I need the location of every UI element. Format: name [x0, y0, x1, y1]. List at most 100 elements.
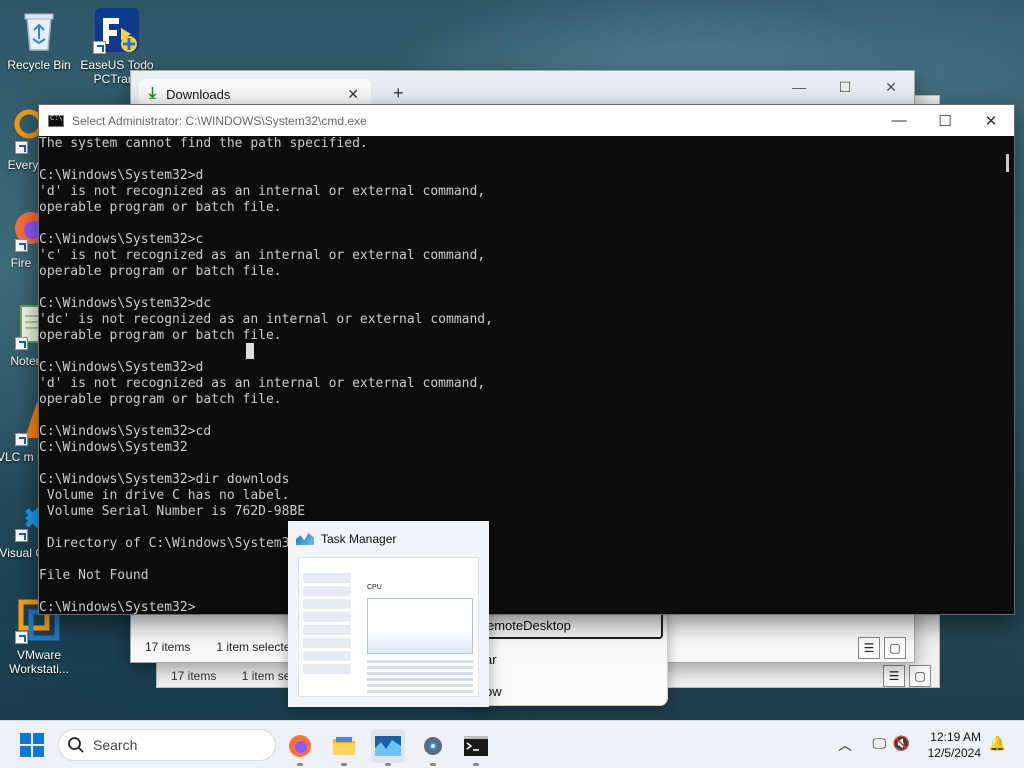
selected-count: 1 item selected — [216, 640, 298, 654]
taskbar-command-prompt[interactable] — [459, 729, 493, 766]
windows-logo-icon — [20, 733, 31, 744]
console-line: 'd' is not recognized as an internal or … — [39, 376, 486, 391]
running-indicator — [385, 763, 391, 766]
desktop-icon-label: Recycle Bin — [7, 58, 71, 72]
console-line: C:\Windows\System32>dir downlods — [39, 472, 290, 487]
console-line: Volume in drive C has no label. — [39, 488, 290, 503]
volume-muted-icon[interactable]: 🔇 — [893, 735, 910, 752]
details-view-icon[interactable]: ☰ — [883, 665, 905, 687]
minimize-button[interactable]: — — [876, 105, 922, 136]
preview-title: Task Manager — [321, 532, 397, 546]
taskbar: Search ︿ 🖵 🔇 12:19 AM 12/5/2024 🔔 — [0, 720, 1024, 768]
console-line: C:\Windows\System32>c — [39, 232, 204, 247]
console-line: C:\Windows\System32>d — [39, 168, 204, 183]
item-count: 17 items — [171, 669, 217, 683]
maximize-button[interactable]: ☐ — [822, 71, 868, 103]
console-line: C:\Windows\System32> — [39, 600, 196, 614]
taskbar-task-manager[interactable] — [371, 729, 405, 766]
jump-list-menu: emoteDesktop ar ow — [470, 604, 668, 706]
console-line: The system cannot find the path specifie… — [39, 136, 368, 151]
jump-list-item[interactable]: emoteDesktop — [475, 611, 663, 639]
minimize-button[interactable]: — — [776, 71, 822, 103]
close-button[interactable]: ✕ — [868, 71, 914, 103]
taskbar-firefox[interactable] — [283, 729, 317, 766]
shortcut-arrow-icon — [15, 337, 28, 350]
clock-time: 12:19 AM — [930, 730, 981, 744]
jump-list-item[interactable]: ow — [471, 677, 667, 705]
view-buttons: ☰ ▢ — [858, 637, 906, 659]
console-line: C:\Windows\System32>d — [39, 360, 204, 375]
search-placeholder: Search — [93, 737, 138, 753]
console-line: File Not Found — [39, 568, 149, 583]
console-line: Directory of C:\Windows\System32 — [39, 536, 298, 551]
console-line: C:\Windows\System32>cd — [39, 424, 212, 439]
item-count: 17 items — [145, 640, 191, 654]
preview-header: Task Manager — [288, 521, 489, 557]
window-controls: — ☐ ✕ — [876, 105, 1014, 136]
shortcut-arrow-icon — [15, 631, 28, 644]
preview-thumbnail: CPU — [298, 557, 479, 697]
taskbar-search[interactable]: Search — [58, 729, 276, 761]
shortcut-arrow-icon — [15, 433, 28, 446]
command-prompt-window[interactable]: Select Administrator: C:\WINDOWS\System3… — [38, 104, 1015, 615]
console-line: operable program or batch file. — [39, 392, 282, 407]
recycle-bin-icon — [15, 6, 63, 54]
tiles-view-icon[interactable]: ▢ — [884, 637, 906, 659]
taskbar-file-explorer[interactable] — [327, 729, 361, 766]
console-line: C:\Windows\System32>dc — [39, 296, 212, 311]
view-buttons: ☰ ▢ — [883, 665, 931, 687]
console-line: 'c' is not recognized as an internal or … — [39, 248, 486, 263]
console-line: C:\Windows\System32 — [39, 440, 188, 455]
thumbnail-cpu-label: CPU — [367, 584, 382, 591]
text-cursor — [246, 343, 254, 359]
details-view-icon[interactable]: ☰ — [858, 637, 880, 659]
console-line: operable program or batch file. — [39, 200, 282, 215]
maximize-button[interactable]: ☐ — [922, 105, 968, 136]
scrollbar-thumb[interactable] — [1006, 154, 1009, 172]
chevron-up-icon[interactable]: ︿ — [838, 735, 852, 755]
cmd-app-icon — [48, 114, 64, 127]
task-manager-thumbnail-preview[interactable]: Task Manager CPU — [288, 521, 489, 707]
desktop-icon-recycle-bin[interactable]: Recycle Bin — [0, 6, 78, 72]
folder-icon — [333, 737, 355, 755]
search-icon — [68, 737, 84, 753]
new-tab-button[interactable]: + — [393, 83, 404, 104]
console-line: Volume Serial Number is 762D-98BE — [39, 504, 306, 519]
console-line: 'd' is not recognized as an internal or … — [39, 184, 486, 199]
vertical-scrollbar[interactable] — [998, 136, 1014, 614]
running-indicator — [473, 763, 479, 766]
tab-title: Downloads — [166, 86, 231, 102]
terminal-icon — [464, 736, 488, 756]
firefox-icon — [289, 735, 311, 757]
close-tab-icon[interactable]: ✕ — [347, 86, 359, 103]
clock-date: 12/5/2024 — [927, 746, 981, 760]
task-manager-icon — [296, 533, 314, 545]
taskbar-settings[interactable] — [416, 729, 450, 766]
selected-count: 1 item se — [241, 669, 291, 683]
console-line: operable program or batch file. — [39, 264, 282, 279]
console-output[interactable]: The system cannot find the path specifie… — [39, 136, 998, 614]
thumbnail-sidebar — [299, 570, 355, 696]
jump-list-item[interactable]: ar — [471, 645, 667, 673]
task-manager-icon — [375, 736, 401, 756]
window-title: Select Administrator: C:\WINDOWS\System3… — [72, 113, 367, 128]
shortcut-arrow-icon — [15, 141, 28, 154]
shortcut-arrow-icon — [15, 239, 28, 252]
clock[interactable]: 12:19 AM 12/5/2024 — [928, 729, 981, 761]
easeus-icon — [93, 6, 141, 54]
close-button[interactable]: ✕ — [968, 105, 1014, 136]
tiles-view-icon[interactable]: ▢ — [909, 665, 931, 687]
explorer-back-status: 17 items 1 item se — [171, 669, 290, 683]
gear-icon — [424, 737, 442, 755]
start-button[interactable] — [20, 733, 44, 757]
console-line: operable program or batch file. — [39, 328, 282, 343]
thumbnail-stats — [367, 660, 473, 696]
network-icon[interactable]: 🖵 — [873, 735, 887, 752]
notification-bell-icon[interactable]: 🔔 — [989, 735, 1006, 752]
shortcut-arrow-icon — [15, 529, 28, 542]
